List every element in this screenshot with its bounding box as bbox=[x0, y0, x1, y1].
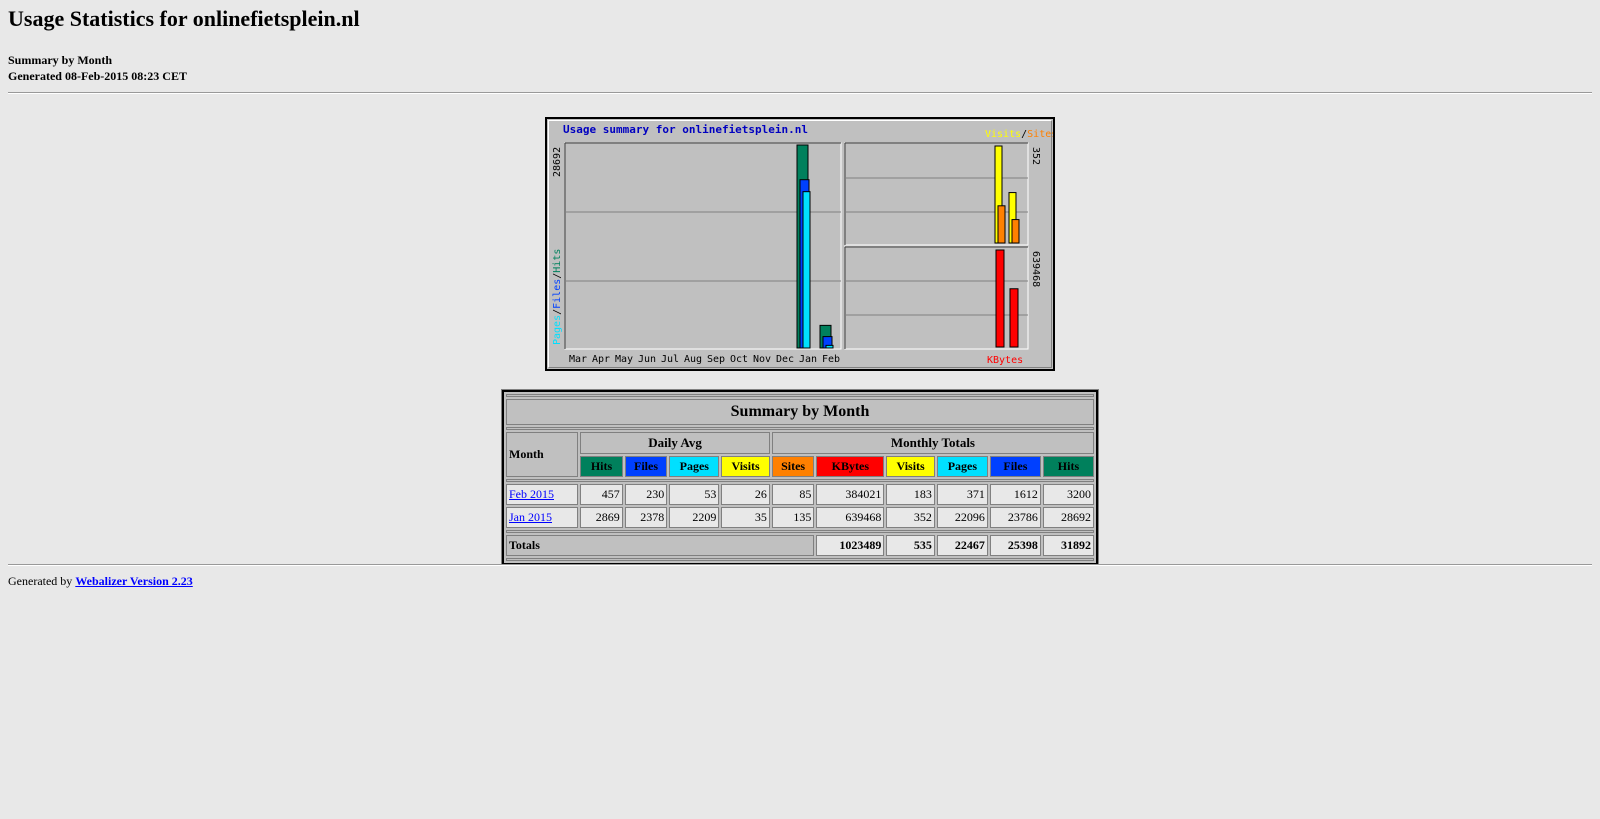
x-axis-label-oct: Oct bbox=[730, 354, 748, 365]
usage-summary-graph: Mar Apr May Jun Jul Aug Sep Oct Nov Dec Jan Feb Usa… bbox=[545, 117, 1055, 371]
table-cell: 639468 bbox=[816, 507, 885, 528]
summary-table-wrapper: Summary by Month Month Daily Avg Monthly… bbox=[501, 389, 1099, 566]
visits-sites-legend: Visits/Sites bbox=[985, 129, 1053, 140]
right-bottom-max-label: 639468 bbox=[1030, 251, 1041, 287]
left-axis-max-label: 28692 bbox=[552, 147, 563, 177]
table-cell: 135 bbox=[771, 507, 815, 528]
x-axis-label-jan: Jan bbox=[799, 354, 817, 365]
bar-pages-feb bbox=[825, 344, 834, 349]
legend-visits: Visits bbox=[985, 129, 1021, 140]
table-cell: 3200 bbox=[1042, 484, 1094, 505]
totals-kbytes: 1023489 bbox=[816, 535, 885, 556]
bar-sites-jan bbox=[997, 205, 1006, 244]
col-daily-visits: Visits bbox=[721, 456, 770, 477]
table-cell: 85 bbox=[771, 484, 815, 505]
table-cell: 53 bbox=[669, 484, 720, 505]
daily-avg-header: Daily Avg bbox=[580, 432, 770, 454]
bar-pages-jan bbox=[802, 191, 811, 349]
legend-pages: Pages bbox=[552, 315, 563, 345]
table-cell: 384021 bbox=[816, 484, 885, 505]
monthly-totals-header: Monthly Totals bbox=[771, 432, 1094, 454]
table-cell: 22096 bbox=[936, 507, 988, 528]
table-cell: 35 bbox=[721, 507, 770, 528]
table-cell: 1612 bbox=[989, 484, 1041, 505]
divider bbox=[8, 92, 1592, 94]
x-axis-label-jul: Jul bbox=[661, 354, 679, 365]
col-daily-hits: Hits bbox=[580, 456, 623, 477]
col-monthly-hits: Hits bbox=[1042, 456, 1094, 477]
col-monthly-sites: Sites bbox=[771, 456, 815, 477]
table-cell: 2378 bbox=[624, 507, 668, 528]
legend-hits: Hits bbox=[552, 249, 563, 273]
month-header: Month bbox=[506, 432, 579, 477]
right-top-max-label: 352 bbox=[1030, 147, 1041, 165]
totals-hits: 31892 bbox=[1042, 535, 1094, 556]
month-link-jan-2015[interactable]: Jan 2015 bbox=[509, 510, 552, 524]
col-monthly-kbytes: KBytes bbox=[816, 456, 885, 477]
table-cell: 26 bbox=[721, 484, 770, 505]
table-cell: 2869 bbox=[580, 507, 623, 528]
bar-kbytes-jan bbox=[995, 249, 1005, 348]
month-link-feb-2015[interactable]: Feb 2015 bbox=[509, 487, 554, 501]
footer-prefix: Generated by bbox=[8, 574, 73, 588]
page-title: Usage Statistics for onlinefietsplein.nl bbox=[8, 6, 360, 31]
usage-summary-chart: Mar Apr May Jun Jul Aug Sep Oct Nov Dec Jan Feb Usa… bbox=[552, 123, 1053, 366]
table-cell: 371 bbox=[936, 484, 988, 505]
summary-by-month-table: Summary by Month Month Daily Avg Monthly… bbox=[501, 389, 1099, 566]
legend-kbytes: KBytes bbox=[987, 355, 1023, 366]
bar-kbytes-feb bbox=[1009, 288, 1019, 348]
totals-row: Totals 1023489 535 22467 25398 31892 bbox=[506, 535, 1094, 556]
table-cell: 28692 bbox=[1042, 507, 1094, 528]
footer-divider bbox=[8, 564, 1592, 566]
webalizer-link[interactable]: Webalizer Version 2.23 bbox=[75, 574, 192, 588]
footer: Generated by Webalizer Version 2.23 bbox=[8, 574, 193, 589]
legend-sites: Sites bbox=[1027, 129, 1053, 140]
table-cell: 457 bbox=[580, 484, 623, 505]
legend-files: Files bbox=[552, 279, 563, 309]
page-subtitle: Summary by Month bbox=[8, 53, 113, 67]
x-axis-label-mar: Mar bbox=[569, 354, 587, 365]
table-row: Feb 2015 457 230 53 26 85 384021 183 371… bbox=[506, 484, 1094, 505]
col-monthly-visits: Visits bbox=[886, 456, 935, 477]
chart-title: Usage summary for onlinefietsplein.nl bbox=[563, 123, 808, 136]
table-cell: 183 bbox=[886, 484, 935, 505]
x-axis-label-may: May bbox=[615, 354, 633, 365]
x-axis-label-apr: Apr bbox=[592, 354, 610, 365]
left-axis-legend: Pages/Files/Hits bbox=[552, 249, 563, 345]
table-cell: 23786 bbox=[989, 507, 1041, 528]
col-daily-files: Files bbox=[624, 456, 668, 477]
table-cell: 352 bbox=[886, 507, 935, 528]
totals-files: 25398 bbox=[989, 535, 1041, 556]
x-axis-label-jun: Jun bbox=[638, 354, 656, 365]
totals-visits: 535 bbox=[886, 535, 935, 556]
x-axis-label-nov: Nov bbox=[753, 354, 771, 365]
x-axis-label-feb: Feb bbox=[822, 354, 840, 365]
totals-pages: 22467 bbox=[936, 535, 988, 556]
bar-sites-feb bbox=[1011, 219, 1020, 244]
col-daily-pages: Pages bbox=[669, 456, 720, 477]
table-cell: 2209 bbox=[669, 507, 720, 528]
x-axis-label-aug: Aug bbox=[684, 354, 702, 365]
col-monthly-pages: Pages bbox=[936, 456, 988, 477]
table-title: Summary by Month bbox=[506, 399, 1094, 425]
table-row: Jan 2015 2869 2378 2209 35 135 639468 35… bbox=[506, 507, 1094, 528]
x-axis-label-dec: Dec bbox=[776, 354, 794, 365]
table-cell: 230 bbox=[624, 484, 668, 505]
generated-timestamp: Generated 08-Feb-2015 08:23 CET bbox=[8, 69, 187, 83]
col-monthly-files: Files bbox=[989, 456, 1041, 477]
x-axis-label-sep: Sep bbox=[707, 354, 725, 365]
totals-label: Totals bbox=[506, 535, 815, 556]
